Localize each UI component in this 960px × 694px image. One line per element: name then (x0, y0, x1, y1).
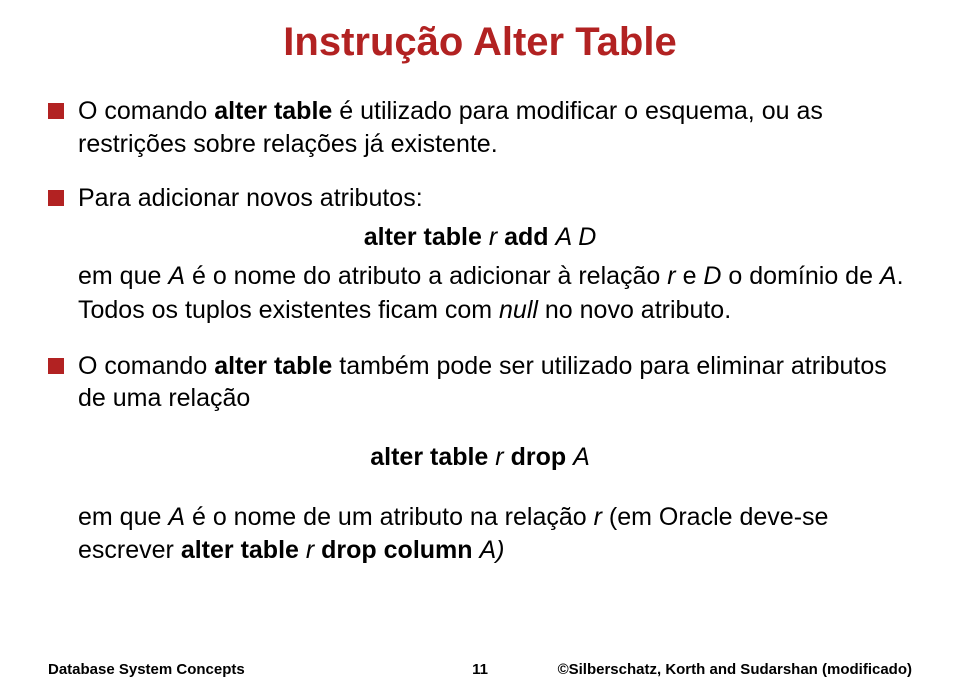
square-bullet-icon (48, 103, 64, 119)
code-line: alter table r drop A (48, 441, 912, 475)
slide-content: Instrução Alter Table O comando alter ta… (0, 0, 960, 568)
bullet-3: O comando alter table também pode ser ut… (48, 350, 912, 568)
sub-text: em que A é o nome do atributo a adiciona… (78, 260, 912, 328)
bullet-row: Para adicionar novos atributos: (48, 182, 912, 215)
bullet-1: O comando alter table é utilizado para m… (48, 95, 912, 160)
bullet-text: O comando alter table também pode ser ut… (78, 350, 912, 415)
bullet-2: Para adicionar novos atributos: alter ta… (48, 182, 912, 328)
square-bullet-icon (48, 358, 64, 374)
footer-page-number: 11 (472, 661, 488, 678)
square-bullet-icon (48, 190, 64, 206)
footer-right: ©Silberschatz, Korth and Sudarshan (modi… (558, 661, 912, 678)
bullet-row: O comando alter table é utilizado para m… (48, 95, 912, 160)
slide-title: Instrução Alter Table (48, 20, 912, 65)
footer: Database System Concepts 11 ©Silberschat… (0, 661, 960, 678)
bullet-text: O comando alter table é utilizado para m… (78, 95, 912, 160)
code-line: alter table r add A D (48, 221, 912, 255)
bullet-row: O comando alter table também pode ser ut… (48, 350, 912, 415)
bullet-text: Para adicionar novos atributos: (78, 182, 912, 215)
sub-text: em que A é o nome de um atributo na rela… (78, 501, 912, 569)
footer-left: Database System Concepts (48, 661, 245, 678)
